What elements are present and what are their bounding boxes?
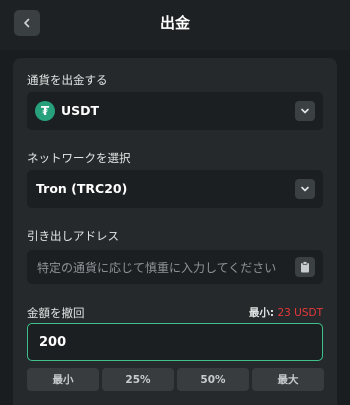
- address-input[interactable]: [35, 250, 294, 284]
- min-value: 23 USDT: [277, 307, 323, 319]
- amount-field[interactable]: [27, 323, 323, 361]
- withdraw-form: 通貨を出金する ₮ USDT ネットワークを選択 Tron (TRC20) 引き…: [13, 58, 337, 405]
- min-label: 最小:: [248, 307, 275, 319]
- minimum-amount-info: 最小: 23 USDT: [249, 305, 323, 320]
- clipboard-icon[interactable]: [295, 257, 315, 277]
- network-label: ネットワークを選択: [27, 151, 131, 165]
- address-field[interactable]: [27, 250, 323, 284]
- header-bar: 出金: [0, 0, 350, 50]
- chevron-down-icon[interactable]: [295, 101, 315, 121]
- quick-50-button[interactable]: 50%: [177, 368, 249, 391]
- amount-input[interactable]: [37, 324, 311, 361]
- network-selected-value: Tron (TRC20): [36, 181, 128, 196]
- address-label: 引き出しアドレス: [27, 229, 119, 243]
- page-title: 出金: [159, 14, 190, 32]
- amount-label: 金額を撤回: [27, 306, 85, 320]
- chevron-down-icon[interactable]: [295, 179, 315, 199]
- currency-select[interactable]: ₮ USDT: [27, 92, 323, 130]
- currency-selected-value: USDT: [61, 103, 100, 118]
- tether-icon: ₮: [35, 101, 55, 121]
- quick-min-button[interactable]: 最小: [27, 368, 99, 391]
- network-select[interactable]: Tron (TRC20): [27, 170, 323, 208]
- currency-label: 通貨を出金する: [27, 73, 108, 87]
- quick-25-button[interactable]: 25%: [102, 368, 174, 391]
- quick-max-button[interactable]: 最大: [252, 368, 324, 391]
